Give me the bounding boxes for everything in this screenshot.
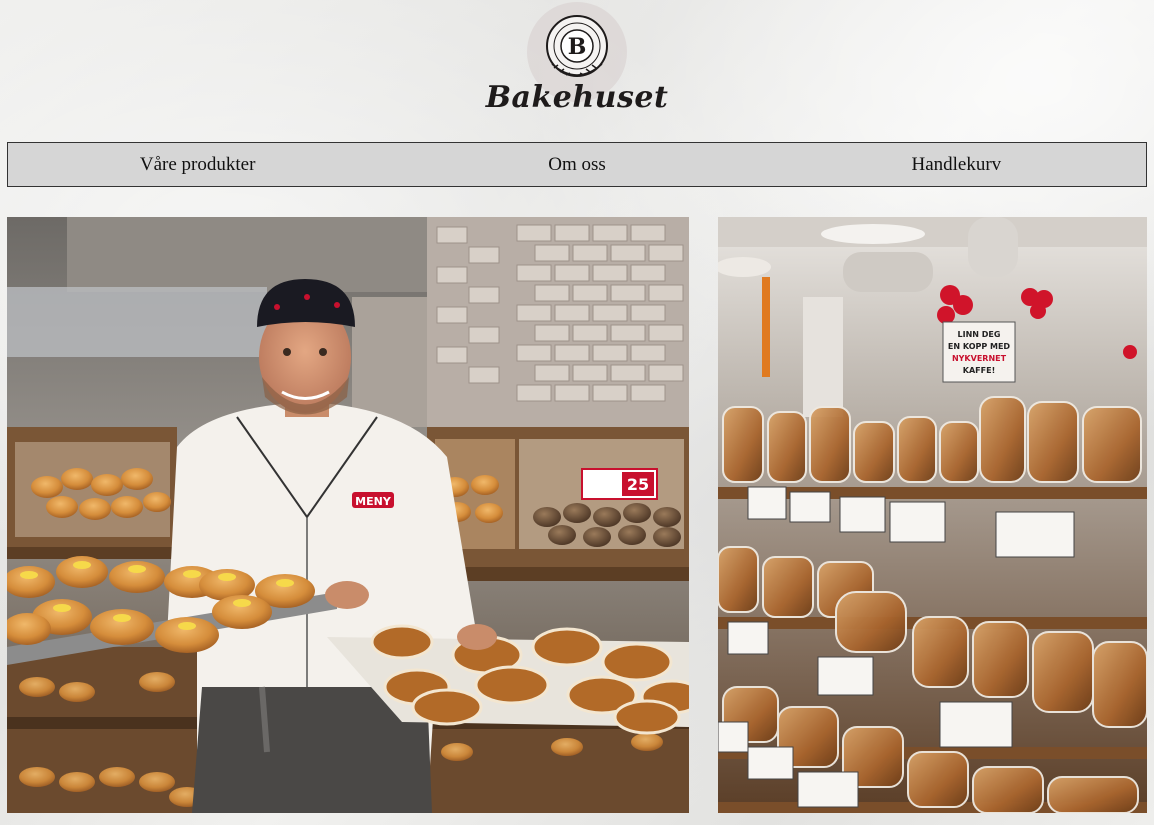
sign-line-3: NYKVERNET bbox=[952, 354, 1007, 363]
nav-item-cart[interactable]: Handlekurv bbox=[767, 143, 1146, 186]
bakery-badge-icon: B bbox=[546, 15, 608, 77]
nav-item-about[interactable]: Om oss bbox=[387, 143, 766, 186]
sign-line-2: EN KOPP MED bbox=[948, 342, 1011, 351]
bread-shelf-photo: LINN DEG EN KOPP MED NYKVERNET KAFFE! bbox=[718, 217, 1147, 813]
price-tag: 25 bbox=[627, 475, 649, 494]
nav-item-products[interactable]: Våre produkter bbox=[8, 143, 387, 186]
baker-photo: 25 MENY bbox=[7, 217, 689, 813]
sign-line-1: LINN DEG bbox=[958, 330, 1001, 339]
site-header: B Bakehuset bbox=[0, 0, 1154, 140]
logo-letter: B bbox=[568, 34, 587, 60]
sign-line-4: KAFFE! bbox=[963, 366, 995, 375]
apron-logo: MENY bbox=[355, 495, 392, 508]
brand-name[interactable]: Bakehuset bbox=[477, 80, 677, 115]
main-navigation: Våre produkter Om oss Handlekurv bbox=[7, 142, 1147, 187]
